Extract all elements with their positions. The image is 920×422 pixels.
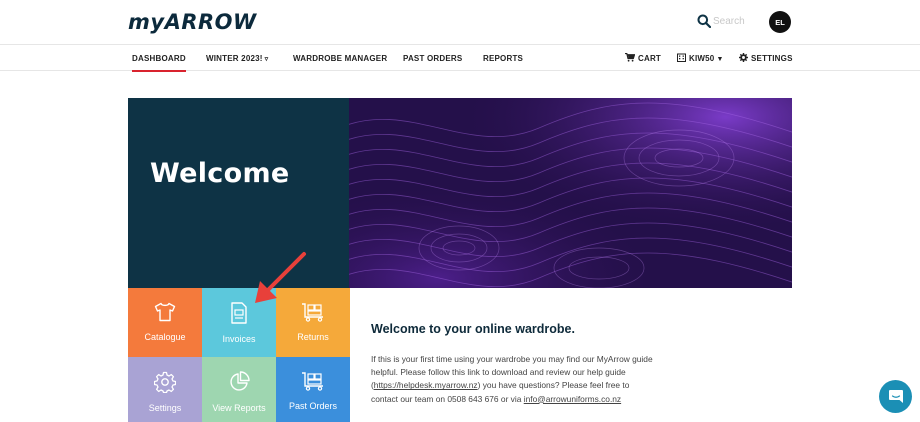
search-input[interactable] [713, 13, 759, 29]
tile-label-past-orders: Past Orders [288, 401, 337, 411]
tile-view-reports[interactable]: View Reports [202, 357, 276, 422]
tile-label-invoices: Invoices [222, 334, 256, 344]
email-link[interactable]: info@arrowuniforms.co.nz [524, 394, 621, 404]
cart-icon [625, 53, 635, 62]
search-icon[interactable] [697, 14, 711, 28]
user-avatar[interactable]: EL [769, 11, 791, 33]
helpdesk-link[interactable]: https://helpdesk.myarrow.nz [374, 380, 478, 390]
nav-settings[interactable]: SETTINGS [739, 45, 793, 71]
tile-label-catalogue: Catalogue [144, 332, 186, 342]
pie-chart-icon [230, 371, 250, 391]
nav-dashboard[interactable]: DASHBOARD [132, 45, 186, 72]
top-header: myARROW EL [0, 0, 920, 44]
tile-label-returns: Returns [297, 332, 329, 342]
nav-store-selector[interactable]: KIW50 ▼ [677, 45, 724, 71]
tile-label-settings: Settings [148, 403, 182, 413]
purple-wave-pattern [349, 98, 792, 288]
tile-catalogue[interactable]: Catalogue [128, 288, 202, 357]
nav-cart[interactable]: CART [625, 45, 661, 71]
tile-settings[interactable]: Settings [128, 357, 202, 422]
nav-winter-2023[interactable]: WINTER 2023! ▿ [206, 45, 268, 71]
tile-past-orders[interactable]: Past Orders [276, 357, 350, 422]
chat-bubble-icon [888, 390, 903, 403]
chat-button[interactable] [879, 380, 912, 413]
info-body: If this is your first time using your wa… [371, 354, 653, 404]
annotation-arrow-icon [255, 252, 306, 303]
gear-icon [739, 53, 748, 63]
nav-reports[interactable]: REPORTS [483, 45, 523, 71]
welcome-title: Welcome [150, 158, 290, 189]
main-nav: DASHBOARD WINTER 2023! ▿ WARDROBE MANAGER… [0, 44, 920, 72]
trolley-icon [302, 372, 323, 391]
myarrow-logo[interactable]: myARROW [128, 10, 257, 34]
info-title: Welcome to your online wardrobe. [371, 322, 575, 336]
nav-wardrobe-manager[interactable]: WARDROBE MANAGER [293, 45, 387, 71]
building-icon [677, 53, 686, 63]
nav-past-orders[interactable]: PAST ORDERS [403, 45, 462, 71]
gear-icon [154, 371, 176, 393]
tshirt-icon [154, 302, 176, 322]
tile-label-view-reports: View Reports [212, 403, 266, 413]
chevron-down-icon: ▿ [264, 56, 269, 63]
caret-down-icon: ▼ [716, 56, 724, 63]
hero-image [349, 98, 792, 288]
welcome-info: Welcome to your online wardrobe. If this… [371, 322, 661, 406]
